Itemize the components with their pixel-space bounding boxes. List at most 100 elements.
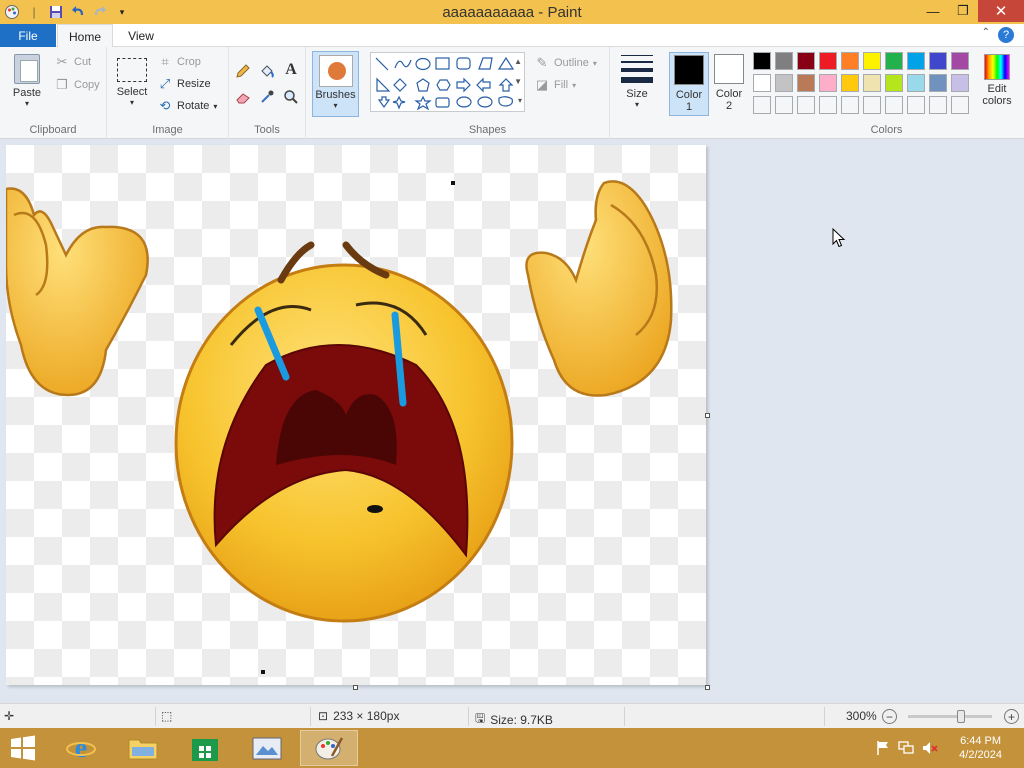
fill-tool[interactable]: [259, 63, 275, 79]
zoom-out-button[interactable]: −: [882, 709, 897, 724]
redo-icon[interactable]: [92, 4, 108, 20]
palette-swatch[interactable]: [863, 52, 881, 70]
paste-dropdown-icon: ▾: [24, 99, 29, 108]
palette-swatch[interactable]: [907, 96, 925, 114]
crop-button[interactable]: ⌗ Crop: [157, 54, 201, 70]
edit-colors-label-line1: Edit: [987, 83, 1007, 95]
palette-swatch[interactable]: [907, 74, 925, 92]
brushes-button[interactable]: Brushes ▾: [312, 51, 359, 117]
palette-swatch[interactable]: [775, 74, 793, 92]
eraser-tool[interactable]: [235, 89, 251, 105]
save-icon[interactable]: [48, 4, 64, 20]
help-icon[interactable]: ?: [998, 27, 1014, 43]
palette-swatch[interactable]: [775, 52, 793, 70]
cut-button[interactable]: ✂ Cut: [54, 54, 92, 70]
paste-icon: [14, 54, 40, 84]
color1-button[interactable]: Color 1: [669, 52, 709, 116]
customize-toolbar-icon[interactable]: ▾: [114, 4, 130, 20]
image-group-label: Image: [152, 124, 183, 136]
paste-button[interactable]: Paste ▾: [8, 52, 46, 117]
resize-button[interactable]: ⤢ Resize: [157, 76, 211, 92]
shapes-gallery[interactable]: ▲ ▼ ▾: [370, 52, 525, 112]
palette-swatch[interactable]: [929, 74, 947, 92]
palette-swatch[interactable]: [863, 74, 881, 92]
shapes-expand-icon[interactable]: ▾: [518, 96, 522, 105]
fill-button[interactable]: ◪ Fill ▾: [534, 77, 576, 93]
volume-muted-icon[interactable]: [922, 740, 938, 759]
palette-swatch[interactable]: [819, 52, 837, 70]
palette-swatch[interactable]: [951, 74, 969, 92]
drawing-canvas[interactable]: [6, 145, 706, 685]
size-dropdown-icon: ▾: [634, 100, 639, 109]
undo-icon[interactable]: [70, 4, 86, 20]
palette-swatch[interactable]: [951, 52, 969, 70]
color-picker-tool[interactable]: [259, 89, 275, 105]
palette-swatch[interactable]: [753, 52, 771, 70]
palette-swatch[interactable]: [929, 52, 947, 70]
palette-swatch[interactable]: [753, 96, 771, 114]
fill-dropdown-icon: ▾: [572, 80, 577, 90]
palette-swatch[interactable]: [797, 52, 815, 70]
outline-button[interactable]: ✎ Outline ▾: [534, 55, 597, 71]
start-button[interactable]: [8, 734, 40, 762]
close-button[interactable]: ✕: [978, 0, 1024, 22]
palette-swatch[interactable]: [819, 74, 837, 92]
paint-app-icon[interactable]: [4, 4, 20, 20]
color1-label-line2: 1: [685, 101, 693, 113]
canvas-resize-handle-bottom[interactable]: [353, 685, 358, 690]
taskbar-file-explorer[interactable]: [114, 730, 172, 766]
magnifier-tool[interactable]: [283, 89, 299, 105]
tab-file[interactable]: File: [0, 24, 56, 47]
palette-swatch[interactable]: [841, 52, 859, 70]
zoom-in-button[interactable]: +: [1004, 709, 1019, 724]
minimize-button[interactable]: —: [918, 0, 948, 22]
minimize-ribbon-icon[interactable]: ⌃: [982, 27, 990, 38]
palette-swatch[interactable]: [951, 96, 969, 114]
taskbar-internet-explorer[interactable]: e: [52, 730, 110, 766]
canvas-resize-handle-right[interactable]: [705, 413, 710, 418]
palette-swatch[interactable]: [907, 52, 925, 70]
paint-bucket-icon: [259, 63, 275, 79]
palette-swatch[interactable]: [885, 96, 903, 114]
taskbar-photo-viewer[interactable]: [238, 730, 296, 766]
size-button[interactable]: Size ▾: [616, 52, 658, 109]
edit-colors-button[interactable]: Edit colors: [977, 52, 1017, 107]
brushes-label: Brushes: [315, 89, 356, 101]
palette-swatch[interactable]: [797, 74, 815, 92]
taskbar-clock[interactable]: 6:44 PM 4/2/2024: [959, 734, 1002, 762]
taskbar-store[interactable]: [176, 730, 234, 766]
zoom-slider-track[interactable]: [908, 715, 992, 718]
palette-swatch[interactable]: [929, 96, 947, 114]
image-size-icon: ⊡: [318, 709, 329, 723]
rotate-button[interactable]: ⟲ Rotate ▾: [157, 98, 218, 114]
color2-button[interactable]: Color 2: [709, 52, 749, 116]
palette-swatch[interactable]: [885, 52, 903, 70]
canvas-resize-handle-corner[interactable]: [705, 685, 710, 690]
palette-swatch[interactable]: [775, 96, 793, 114]
shapes-scroll-down-icon[interactable]: ▼: [514, 77, 522, 86]
scissors-icon: ✂: [56, 54, 68, 69]
select-button[interactable]: Select ▾: [113, 52, 151, 117]
palette-swatch[interactable]: [753, 74, 771, 92]
restore-button[interactable]: ❐: [948, 0, 978, 22]
action-center-flag-icon[interactable]: [876, 740, 890, 759]
rotate-label: Rotate: [177, 100, 210, 112]
paint-palette-icon: [315, 737, 344, 760]
shapes-scroll-up-icon[interactable]: ▲: [514, 57, 522, 66]
taskbar-paint[interactable]: [300, 730, 358, 766]
network-icon[interactable]: [898, 740, 914, 759]
pencil-tool[interactable]: [235, 63, 251, 79]
text-tool[interactable]: A: [283, 61, 299, 78]
tab-view[interactable]: View: [118, 24, 164, 47]
palette-swatch[interactable]: [841, 96, 859, 114]
palette-swatch[interactable]: [797, 96, 815, 114]
palette-swatch[interactable]: [885, 74, 903, 92]
palette-swatch[interactable]: [863, 96, 881, 114]
tab-home[interactable]: Home: [57, 24, 113, 48]
shapes-group: ▲ ▼ ▾ ✎ Outline ▾ ◪ Fill ▾ Shapes: [366, 47, 610, 139]
palette-swatch[interactable]: [819, 96, 837, 114]
rainbow-icon: [984, 54, 1010, 80]
copy-button[interactable]: ❐ Copy: [54, 77, 100, 93]
zoom-slider-thumb[interactable]: [957, 710, 965, 723]
palette-swatch[interactable]: [841, 74, 859, 92]
